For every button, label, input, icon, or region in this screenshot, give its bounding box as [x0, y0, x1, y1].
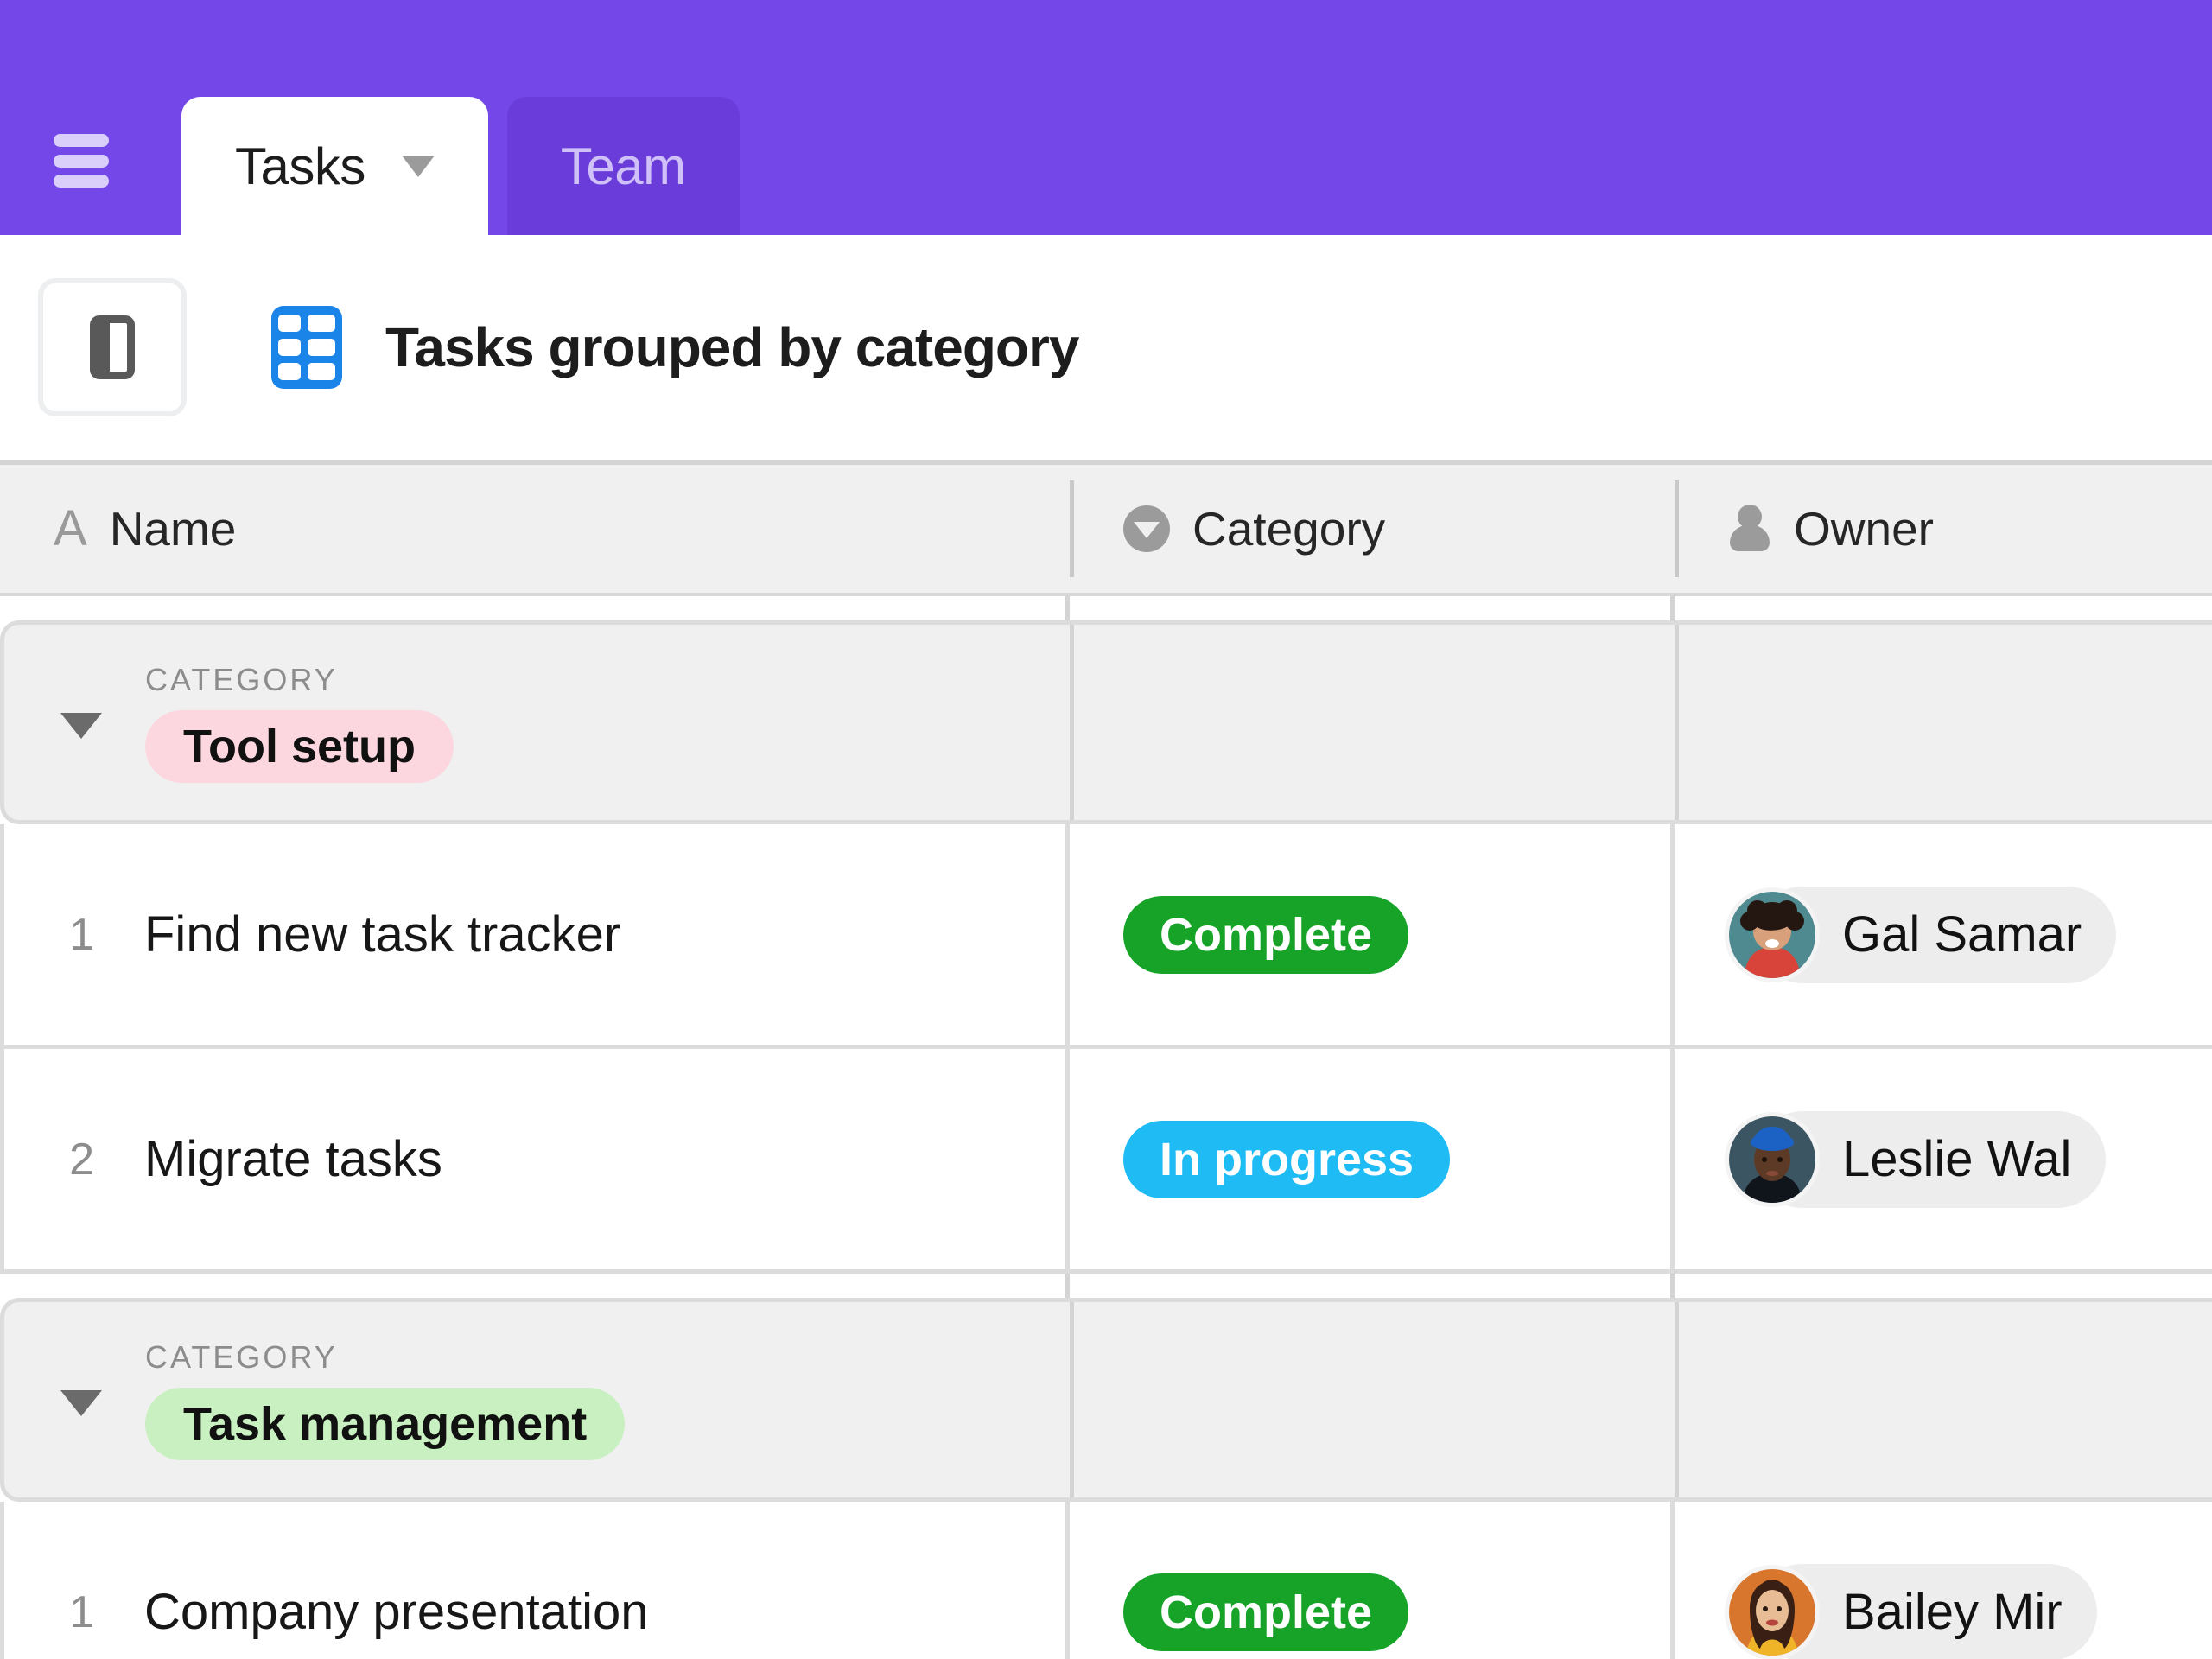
- tab-strip: Tasks Team: [181, 97, 740, 235]
- collapse-group-icon[interactable]: [60, 1390, 102, 1416]
- tab-tasks-label: Tasks: [235, 137, 365, 196]
- task-name: Find new task tracker: [144, 906, 620, 963]
- cell-category[interactable]: In progress: [1070, 1049, 1675, 1269]
- avatar: [1725, 1112, 1820, 1207]
- owner-chip[interactable]: Gal Samar: [1754, 887, 2116, 983]
- collapse-group-icon[interactable]: [60, 713, 102, 739]
- group-spacer: [0, 1274, 2212, 1298]
- task-name: Migrate tasks: [144, 1130, 442, 1188]
- hamburger-bar: [54, 155, 109, 168]
- column-header-owner-label: Owner: [1794, 501, 1934, 556]
- text-type-icon: A: [54, 504, 87, 554]
- owner-name: Gal Samar: [1842, 906, 2082, 963]
- row-number: 1: [4, 1586, 94, 1638]
- group-spacer: [0, 596, 2212, 620]
- panel-toggle-icon: [90, 315, 135, 379]
- group-value-pill: Task management: [145, 1388, 625, 1460]
- table-row[interactable]: 2 Migrate tasks In progress: [0, 1049, 2212, 1274]
- top-app-bar: Tasks Team: [0, 0, 2212, 235]
- row-number: 2: [4, 1134, 94, 1185]
- tab-team-label: Team: [561, 137, 686, 196]
- table-row[interactable]: 1 Find new task tracker Complete: [0, 824, 2212, 1049]
- task-name: Company presentation: [144, 1583, 649, 1641]
- row-number: 1: [4, 909, 94, 961]
- group-category-cell: [1070, 620, 1675, 824]
- cell-owner[interactable]: Gal Samar: [1675, 824, 2212, 1045]
- chevron-down-icon[interactable]: [402, 156, 435, 177]
- column-header-owner[interactable]: Owner: [1675, 465, 2212, 593]
- column-header-name[interactable]: A Name: [0, 465, 1070, 593]
- group-kicker-label: CATEGORY: [145, 662, 454, 698]
- avatar: [1725, 887, 1820, 982]
- group-category-cell: [1070, 1298, 1675, 1502]
- grid-view-icon: [271, 306, 342, 389]
- status-badge: Complete: [1123, 896, 1408, 974]
- cell-name[interactable]: 1 Company presentation: [0, 1502, 1070, 1659]
- group-owner-cell: [1675, 1298, 2212, 1502]
- cell-name[interactable]: 1 Find new task tracker: [0, 824, 1070, 1045]
- cell-category[interactable]: Complete: [1070, 1502, 1675, 1659]
- column-header-category-label: Category: [1192, 501, 1385, 556]
- column-header-row: A Name Category Owner: [0, 465, 2212, 596]
- cell-category[interactable]: Complete: [1070, 824, 1675, 1045]
- single-select-icon: [1123, 505, 1170, 552]
- owner-name: Bailey Mir: [1842, 1583, 2063, 1641]
- table-row[interactable]: 1 Company presentation Complete: [0, 1502, 2212, 1659]
- hamburger-bar: [54, 175, 109, 188]
- cell-owner[interactable]: Bailey Mir: [1675, 1502, 2212, 1659]
- owner-chip[interactable]: Bailey Mir: [1754, 1564, 2097, 1659]
- sidebar-toggle-button[interactable]: [38, 278, 187, 416]
- hamburger-bar: [54, 134, 109, 147]
- group-owner-cell: [1675, 620, 2212, 824]
- column-header-category[interactable]: Category: [1070, 465, 1675, 593]
- cell-name[interactable]: 2 Migrate tasks: [0, 1049, 1070, 1269]
- tasks-grid: A Name Category Owner CATEGORY Tool setu…: [0, 465, 2212, 1659]
- view-header: Tasks grouped by category: [0, 235, 2212, 465]
- group-header-tool-setup[interactable]: CATEGORY Tool setup: [0, 620, 2212, 824]
- status-badge: In progress: [1123, 1121, 1450, 1198]
- hamburger-menu-icon[interactable]: [54, 134, 109, 188]
- avatar: [1725, 1565, 1820, 1659]
- person-icon: [1728, 505, 1771, 553]
- tab-team[interactable]: Team: [507, 97, 740, 235]
- page-title: Tasks grouped by category: [385, 315, 1079, 379]
- group-kicker-label: CATEGORY: [145, 1339, 625, 1376]
- cell-owner[interactable]: Leslie Wal: [1675, 1049, 2212, 1269]
- column-header-name-label: Name: [110, 501, 237, 556]
- owner-name: Leslie Wal: [1842, 1130, 2071, 1188]
- owner-chip[interactable]: Leslie Wal: [1754, 1111, 2106, 1208]
- group-value-pill: Tool setup: [145, 710, 454, 783]
- tab-tasks[interactable]: Tasks: [181, 97, 488, 235]
- status-badge: Complete: [1123, 1573, 1408, 1651]
- group-header-task-management[interactable]: CATEGORY Task management: [0, 1298, 2212, 1502]
